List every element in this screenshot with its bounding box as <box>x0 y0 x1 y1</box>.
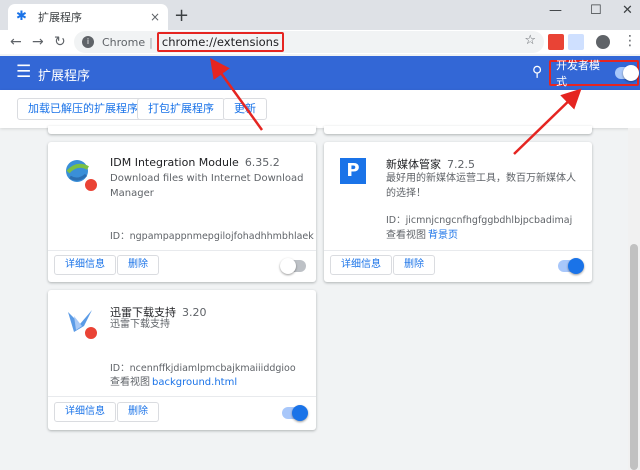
card-fragment <box>48 126 316 134</box>
tab-strip: ✱ 扩展程序 × + — ☐ ✕ <box>0 0 640 30</box>
puzzle-icon: ✱ <box>16 9 27 24</box>
reload-button[interactable]: ↻ <box>54 32 66 52</box>
card-divider <box>48 396 316 397</box>
extension-card-idm: IDM Integration Module 6.35.2 Download fi… <box>48 142 316 282</box>
chrome-label: Chrome <box>102 35 146 49</box>
details-button[interactable]: 详细信息 <box>330 255 392 275</box>
developer-mode-control: 开发者模式 <box>549 59 639 88</box>
maximize-button[interactable]: ☐ <box>590 3 602 18</box>
idm-icon <box>64 158 98 192</box>
minimize-button[interactable]: — <box>549 3 562 18</box>
extension-id: ID：ngpampappnmepgilojfohadhhmbhlaek <box>110 231 314 242</box>
pack-extension-button[interactable]: 打包扩展程序 <box>137 98 225 120</box>
update-button[interactable]: 更新 <box>223 98 267 120</box>
address-bar[interactable]: i Chrome | chrome://extensions ☆ <box>74 31 544 53</box>
extension-id: ID：ncennffkjdiamlpmcbajkmaiiiddgioo <box>110 363 296 374</box>
toggle-knob <box>292 405 308 421</box>
toggle-knob <box>280 258 296 274</box>
tab-title: 扩展程序 <box>38 11 82 24</box>
p-logo: P <box>340 158 366 184</box>
background-page-link[interactable]: 背景页 <box>428 230 458 241</box>
new-tab-button[interactable]: + <box>174 6 189 26</box>
remove-button[interactable]: 删除 <box>117 402 159 422</box>
extension-enable-toggle[interactable] <box>558 258 584 274</box>
details-button[interactable]: 详细信息 <box>54 255 116 275</box>
page-title: 扩展程序 <box>38 69 91 84</box>
developer-mode-label: 开发者模式 <box>556 59 600 88</box>
background-html-link[interactable]: background.html <box>152 377 237 388</box>
extension-id: ID：jicmnjcngcnfhgfggbdhlbjpcbadimaj <box>386 215 573 226</box>
scrollbar-thumb[interactable] <box>630 244 638 470</box>
profile-avatar-icon[interactable] <box>596 35 610 49</box>
tab-extensions[interactable]: ✱ 扩展程序 × <box>8 4 168 30</box>
url-text[interactable]: chrome://extensions <box>156 32 284 52</box>
remove-button[interactable]: 删除 <box>393 255 435 275</box>
developer-mode-toggle[interactable] <box>615 65 639 81</box>
browser-toolbar: ← → ↻ i Chrome | chrome://extensions ☆ ⋮ <box>0 30 640 54</box>
inspect-views: 查看视图 背景页 <box>386 230 458 241</box>
extensions-header: ☰ 扩展程序 ⚲ 开发者模式 <box>0 56 640 90</box>
extension-card-xunlei: 迅雷下载支持 3.20 迅雷下载支持 ID：ncennffkjdiamlpmcba… <box>48 290 316 430</box>
extension-red-icon[interactable] <box>548 34 564 50</box>
omnibox-separator: | <box>149 35 153 49</box>
toggle-knob <box>623 65 639 81</box>
card-divider <box>324 250 592 251</box>
inspect-views: 查看视图 background.html <box>110 377 238 388</box>
site-info-icon[interactable]: i <box>82 36 94 48</box>
extension-description: Download files with Internet Download Ma… <box>110 173 304 199</box>
load-unpacked-button[interactable]: 加载已解压的扩展程序 <box>17 98 149 120</box>
extension-bird-icon[interactable] <box>568 34 584 50</box>
hamburger-menu-icon[interactable]: ☰ <box>16 64 31 81</box>
remove-button[interactable]: 删除 <box>117 255 159 275</box>
extension-enable-toggle[interactable] <box>282 405 308 421</box>
idm-badge-icon <box>84 178 98 192</box>
card-divider <box>48 250 316 251</box>
details-button[interactable]: 详细信息 <box>54 402 116 422</box>
chrome-menu-icon[interactable]: ⋮ <box>623 33 637 49</box>
developer-action-bar: 加载已解压的扩展程序 打包扩展程序 更新 <box>0 90 640 128</box>
page-scrollbar[interactable] <box>628 128 640 470</box>
extension-enable-toggle[interactable] <box>280 258 306 274</box>
forward-button[interactable]: → <box>32 32 44 52</box>
tab-close-icon[interactable]: × <box>150 10 160 24</box>
extension-name: IDM Integration Module 6.35.2 <box>110 156 280 169</box>
search-icon[interactable]: ⚲ <box>532 64 542 80</box>
xunlei-badge-icon <box>84 326 98 340</box>
extension-card-xinmeiti: P 新媒体管家 7.2.5 最好用的新媒体运营工具，数百万新媒体人的选择！ ID：… <box>324 142 592 282</box>
extension-description: 迅雷下载支持 <box>110 319 170 330</box>
extension-description: 最好用的新媒体运营工具，数百万新媒体人的选择！ <box>386 173 576 199</box>
xunlei-bird-icon <box>64 306 98 340</box>
bookmark-star-icon[interactable]: ☆ <box>524 33 536 48</box>
extension-name: 新媒体管家 7.2.5 <box>386 158 475 171</box>
back-button[interactable]: ← <box>10 32 22 52</box>
card-fragment <box>324 126 592 134</box>
close-window-button[interactable]: ✕ <box>622 3 633 18</box>
xinmeiti-icon: P <box>340 158 374 192</box>
toggle-knob <box>568 258 584 274</box>
